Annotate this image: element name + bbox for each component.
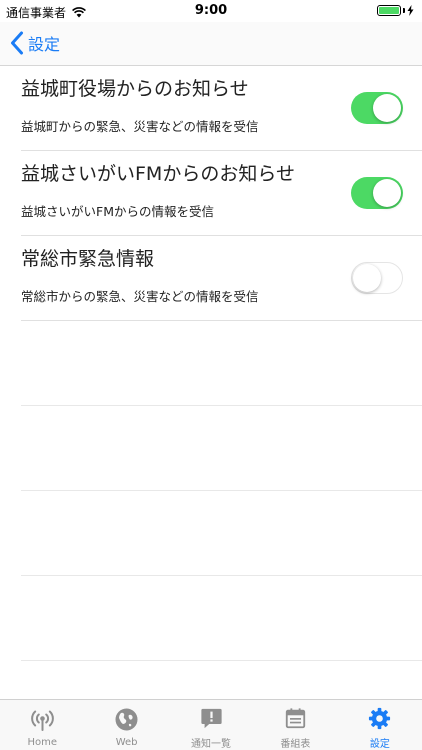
setting-row-mashiki-town: 益城町役場からのお知らせ 益城町からの緊急、災害などの情報を受信: [21, 66, 422, 151]
empty-row: [21, 576, 422, 661]
back-button[interactable]: 設定: [10, 31, 60, 55]
chevron-left-icon: [11, 31, 23, 55]
charging-bolt-icon: [407, 5, 414, 16]
radio-tower-icon: [30, 710, 54, 731]
setting-subtitle: 益城町からの緊急、災害などの情報を受信: [21, 119, 259, 134]
settings-screen: 通信事業者 9:00 設定 益城町役場からのお知らせ 益城町からの緊急、災害など…: [0, 0, 422, 750]
setting-row-joso-city: 常総市緊急情報 常総市からの緊急、災害などの情報を受信: [21, 236, 422, 321]
setting-title: 常総市緊急情報: [21, 248, 155, 270]
setting-row-mashiki-fm: 益城さいがいFMからのお知らせ 益城さいがいFMからの情報を受信: [21, 151, 422, 236]
globe-icon: [115, 708, 138, 731]
empty-row: [21, 321, 422, 406]
empty-row: [21, 406, 422, 491]
clock: 9:00: [194, 3, 228, 18]
tab-program-guide[interactable]: 番組表: [253, 700, 337, 750]
tab-notifications[interactable]: 通知一覧: [169, 700, 253, 750]
tab-settings[interactable]: 設定: [338, 700, 422, 750]
tab-label: Web: [115, 737, 138, 748]
battery-indicator: [377, 5, 414, 16]
setting-title: 益城町役場からのお知らせ: [21, 78, 249, 100]
empty-row: [21, 491, 422, 576]
tab-label: Home: [27, 737, 57, 748]
toggle-switch[interactable]: [351, 92, 403, 124]
back-label: 設定: [28, 35, 61, 54]
tab-label: 番組表: [280, 739, 311, 750]
settings-list: 益城町役場からのお知らせ 益城町からの緊急、災害などの情報を受信 益城さいがいF…: [0, 66, 422, 661]
setting-subtitle: 益城さいがいFMからの情報を受信: [21, 204, 214, 219]
tab-home[interactable]: Home: [0, 700, 84, 750]
tab-label: 設定: [369, 739, 390, 750]
battery-tip: [403, 8, 405, 13]
setting-title: 益城さいがいFMからのお知らせ: [21, 163, 295, 185]
status-bar: 通信事業者 9:00: [0, 0, 422, 22]
toggle-switch[interactable]: [351, 177, 403, 209]
navigation-bar: 設定: [0, 22, 422, 66]
tab-label: 通知一覧: [191, 739, 232, 750]
setting-subtitle: 常総市からの緊急、災害などの情報を受信: [21, 289, 259, 304]
toggle-switch[interactable]: [351, 262, 403, 294]
battery-icon: [377, 5, 401, 16]
calendar-icon: [285, 708, 306, 729]
tab-web[interactable]: Web: [84, 700, 168, 750]
gear-icon: [369, 707, 391, 730]
alert-bubble-icon: [200, 708, 222, 729]
tab-bar: Home Web 通知一覧 番組表 設定: [0, 699, 422, 750]
